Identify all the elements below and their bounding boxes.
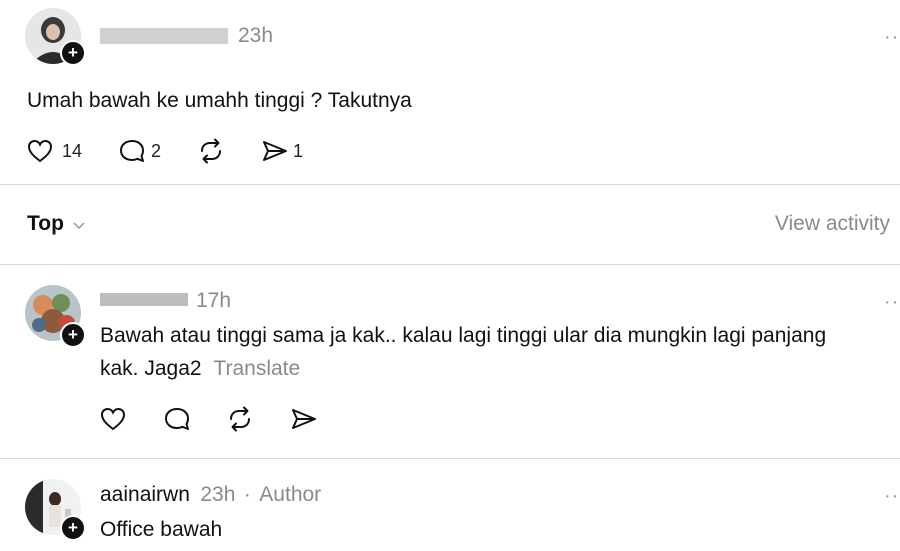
comment-count: 2 — [151, 141, 162, 161]
reply-header-line: aainairwn 23h · Author — [100, 483, 321, 507]
post: + 23h ·· Umah bawah ke umahh tinggi ? Ta… — [0, 0, 900, 184]
post-author-username-redacted[interactable] — [100, 28, 228, 44]
follow-plus-icon[interactable]: + — [60, 515, 86, 541]
send-icon[interactable] — [290, 407, 318, 431]
more-dots-icon[interactable]: ·· — [884, 291, 899, 314]
reply-text-line: Bawah atau tinggi sama ja kak.. kalau la… — [100, 324, 827, 347]
comment-icon[interactable] — [118, 138, 146, 164]
sort-label: Top — [27, 212, 64, 235]
reply-item: + aainairwn 23h · Author ·· Office bawah — [0, 459, 900, 551]
comment-icon[interactable] — [163, 406, 191, 432]
reply-author-username-redacted[interactable] — [100, 293, 188, 306]
reply-time: 17h — [196, 289, 232, 312]
heart-icon[interactable] — [27, 139, 53, 163]
reply-text: Bawah atau tinggi sama ja kak.. kalau la… — [100, 319, 890, 385]
follow-plus-icon[interactable]: + — [60, 322, 86, 348]
reply-item: + 17h ·· Bawah atau tinggi sama ja kak..… — [0, 265, 900, 458]
author-badge: Author — [259, 483, 322, 506]
reply-text: Office bawah — [100, 518, 223, 541]
reply-time: 23h — [200, 483, 236, 506]
more-dots-icon[interactable]: ·· — [884, 485, 899, 508]
reply-text-line-2: kak. Jaga2 Translate — [100, 352, 890, 385]
reply-text-line-end: kak. Jaga2 — [100, 357, 202, 380]
heart-icon[interactable] — [100, 407, 126, 431]
repost-icon[interactable] — [226, 406, 254, 432]
post-time: 23h — [238, 24, 274, 47]
send-icon[interactable] — [261, 139, 289, 163]
chevron-down-icon — [72, 217, 86, 235]
more-dots-icon[interactable]: ·· — [884, 26, 899, 49]
repost-icon[interactable] — [197, 138, 225, 164]
like-count: 14 — [62, 141, 83, 161]
share-count: 1 — [293, 141, 304, 161]
view-activity-link[interactable]: View activity — [775, 212, 890, 236]
sort-dropdown[interactable]: Top — [27, 212, 86, 236]
translate-link[interactable]: Translate — [213, 357, 300, 380]
divider — [0, 184, 900, 185]
post-text: Umah bawah ke umahh tinggi ? Takutnya — [27, 89, 412, 112]
reply-author-username[interactable]: aainairwn — [100, 483, 190, 506]
meta-separator: · — [243, 483, 251, 506]
follow-plus-icon[interactable]: + — [60, 40, 86, 66]
